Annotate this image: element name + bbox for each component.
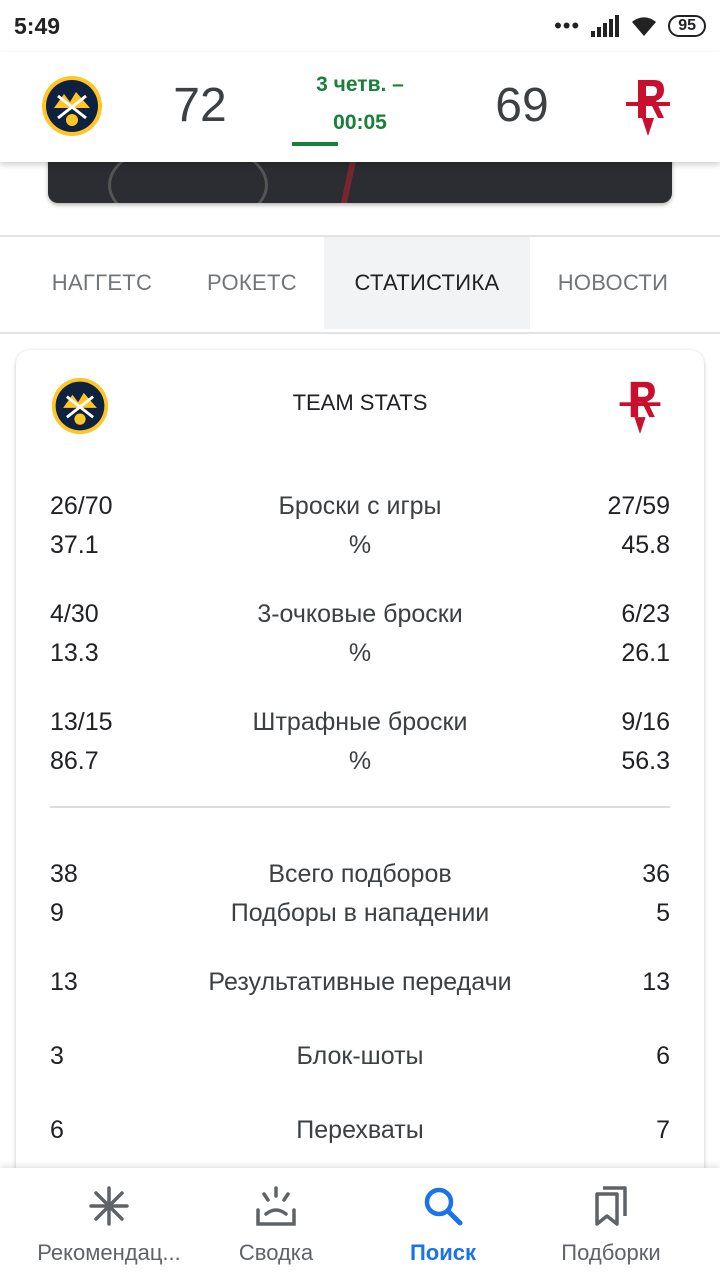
game-period: 3 четв. – 00:05 xyxy=(290,66,430,142)
stat-home-value: 9 xyxy=(50,899,64,927)
stat-away-value: 6/23 xyxy=(621,600,670,628)
stat-label: Подборы в нападении xyxy=(230,899,490,927)
stat-label: % xyxy=(348,639,372,667)
stat-row-field-goals: Броски с игры 26/70 27/59 xyxy=(50,486,670,526)
updates-icon xyxy=(254,1184,298,1228)
status-bar: 5:49 ••• 95 xyxy=(0,0,720,52)
stat-row-three-pointers: 3-очковые броски 4/30 6/23 xyxy=(50,594,670,634)
stat-row-assists: Результативные передачи 13 13 xyxy=(50,962,670,1002)
stat-home-value: 6 xyxy=(50,1116,64,1144)
rockets-logo-icon xyxy=(614,376,666,441)
status-time: 5:49 xyxy=(14,12,61,39)
tab-bar: НАГГЕТС РОКЕТС СТАТИСТИКА НОВОСТИ xyxy=(0,237,720,331)
stat-home-value: 4/30 xyxy=(50,600,99,628)
home-score: 72 xyxy=(173,79,227,132)
stat-home-value: 13.3 xyxy=(50,639,99,667)
nav-collections[interactable]: Подборки xyxy=(546,1168,676,1280)
away-score: 69 xyxy=(495,79,549,132)
stat-label: Перехваты xyxy=(296,1116,424,1144)
battery-indicator: 95 xyxy=(668,15,706,37)
status-icons: ••• 95 xyxy=(554,15,706,37)
stat-row-total-rebounds: Всего подборов 38 36 xyxy=(50,854,670,894)
stat-label: Блок-шоты xyxy=(296,1042,424,1070)
stat-away-value: 36 xyxy=(642,860,670,888)
signal-icon xyxy=(591,15,620,37)
team-stats-card: TEAM STATS Броски с игры 26/70 27/59 % 3… xyxy=(16,350,704,1250)
stat-away-value: 27/59 xyxy=(607,492,670,520)
stat-label: % xyxy=(348,747,372,775)
notification-dots-icon: ••• xyxy=(554,13,581,38)
stat-home-value: 26/70 xyxy=(50,492,113,520)
stat-label: Результативные передачи xyxy=(208,968,512,996)
tab-statistics[interactable]: СТАТИСТИКА xyxy=(324,237,530,329)
game-clock: 00:05 xyxy=(333,111,387,134)
stat-away-value: 6 xyxy=(656,1042,670,1070)
stat-label: Штрафные броски xyxy=(252,708,468,736)
stats-divider xyxy=(50,806,670,808)
stat-away-value: 56.3 xyxy=(621,747,670,775)
collections-icon xyxy=(589,1184,633,1228)
stat-label: Броски с игры xyxy=(278,492,442,520)
score-header[interactable]: 72 3 четв. – 00:05 69 xyxy=(0,52,720,162)
nav-label: Сводка xyxy=(238,1240,314,1265)
stat-row-blocks: Блок-шоты 3 6 xyxy=(50,1036,670,1076)
stat-away-value: 26.1 xyxy=(621,639,670,667)
stat-away-value: 5 xyxy=(656,899,670,927)
search-icon xyxy=(421,1184,465,1228)
tabs-bottom-divider xyxy=(0,332,720,334)
bottom-navigation: Рекомендац... Сводка Поиск Подборки xyxy=(0,1168,720,1280)
card-title: TEAM STATS xyxy=(292,390,428,415)
tab-nuggets[interactable]: НАГГЕТС xyxy=(30,237,174,329)
stat-row-three-point-pct: % 13.3 26.1 xyxy=(50,633,670,673)
tab-rockets[interactable]: РОКЕТС xyxy=(188,237,316,329)
stat-home-value: 86.7 xyxy=(50,747,99,775)
stat-row-steals: Перехваты 6 7 xyxy=(50,1110,670,1150)
stat-away-value: 7 xyxy=(656,1116,670,1144)
rockets-logo-icon xyxy=(620,74,676,143)
stat-away-value: 45.8 xyxy=(621,531,670,559)
live-indicator xyxy=(292,142,338,146)
stat-home-value: 13 xyxy=(50,968,78,996)
stat-row-offensive-rebounds: Подборы в нападении 9 5 xyxy=(50,893,670,933)
nav-label: Рекомендац... xyxy=(37,1240,181,1265)
nav-label: Подборки xyxy=(561,1240,661,1265)
stat-label: 3-очковые броски xyxy=(257,600,463,628)
stat-row-field-goal-pct: % 37.1 45.8 xyxy=(50,525,670,565)
nuggets-logo-icon xyxy=(40,74,104,143)
stat-label: % xyxy=(348,531,372,559)
asterisk-icon xyxy=(87,1184,131,1228)
stat-away-value: 9/16 xyxy=(621,708,670,736)
stat-home-value: 3 xyxy=(50,1042,64,1070)
nav-search[interactable]: Поиск xyxy=(388,1168,498,1280)
stat-home-value: 13/15 xyxy=(50,708,113,736)
stat-away-value: 13 xyxy=(642,968,670,996)
stat-home-value: 38 xyxy=(50,860,78,888)
stat-label: Всего подборов xyxy=(268,860,452,888)
nav-recommendations[interactable]: Рекомендац... xyxy=(14,1168,204,1280)
period-label: 3 четв. – xyxy=(316,73,404,96)
stat-row-free-throws: Штрафные броски 13/15 9/16 xyxy=(50,702,670,742)
tab-news[interactable]: НОВОСТИ xyxy=(540,237,686,329)
stat-home-value: 37.1 xyxy=(50,531,99,559)
nav-updates[interactable]: Сводка xyxy=(216,1168,336,1280)
wifi-icon xyxy=(632,17,657,36)
nav-label: Поиск xyxy=(409,1240,477,1265)
stat-row-free-throw-pct: % 86.7 56.3 xyxy=(50,741,670,781)
